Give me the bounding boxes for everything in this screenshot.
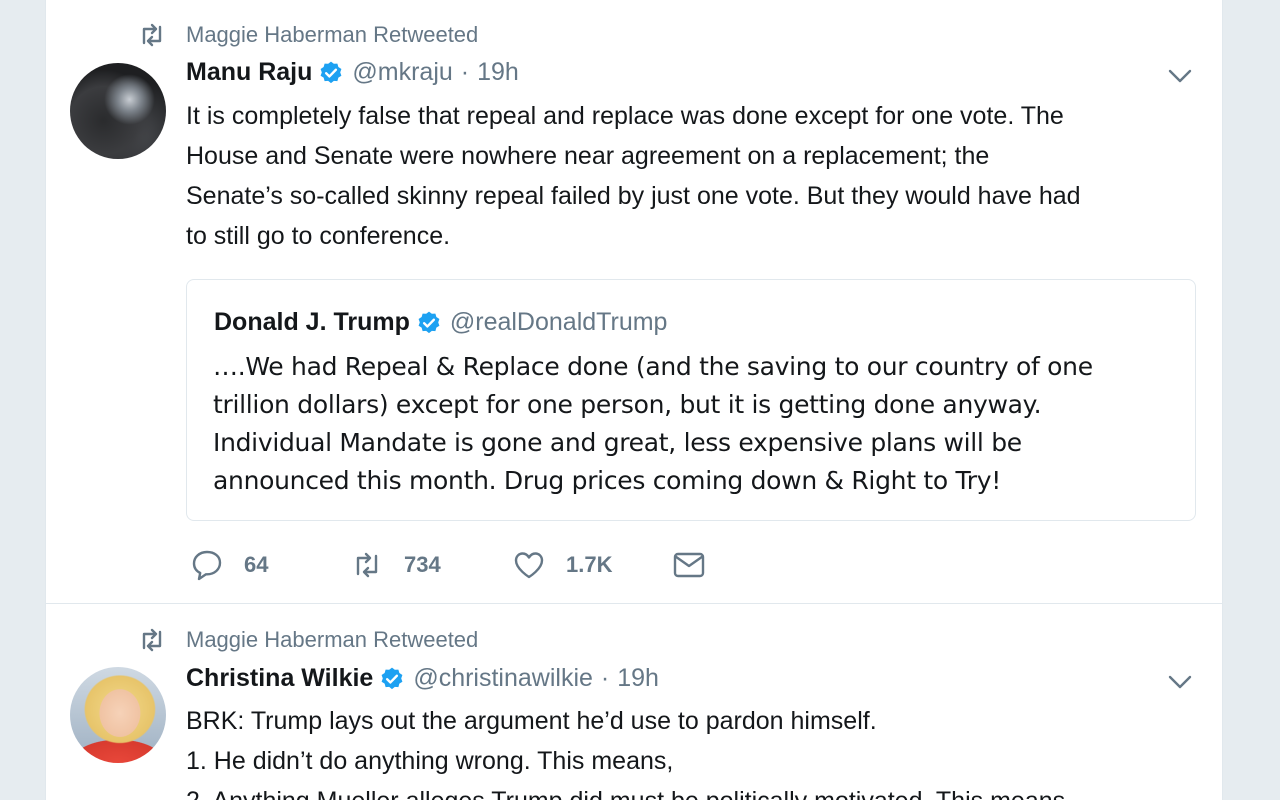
retweet-count: 734 bbox=[404, 552, 441, 577]
retweet-icon bbox=[356, 552, 378, 578]
author-handle[interactable]: @mkraju bbox=[352, 58, 452, 87]
quoted-text-line: ….We had Repeal & Replace done (and the … bbox=[213, 352, 1093, 381]
tweet[interactable]: Maggie Haberman Retweeted Christina Wilk… bbox=[46, 604, 1222, 800]
tweet-text-line: 1. He didn’t do anything wrong. This mea… bbox=[186, 747, 674, 775]
retweet-context: Maggie Haberman Retweeted bbox=[138, 627, 478, 653]
quoted-text-line: Individual Mandate is gone and great, le… bbox=[213, 428, 1022, 457]
tweet-timestamp[interactable]: 19h bbox=[617, 664, 659, 693]
tweet-header: Christina Wilkie @christinawilkie · 19h bbox=[186, 664, 659, 693]
tweet-actions: 64 734 1.7K bbox=[190, 548, 706, 582]
separator-dot: · bbox=[460, 58, 470, 86]
heart-icon bbox=[514, 552, 544, 579]
quoted-tweet-text: ….We had Repeal & Replace done (and the … bbox=[213, 348, 1173, 500]
separator-dot: · bbox=[600, 664, 610, 692]
tweet-text-line: Senate’s so-called skinny repeal failed … bbox=[186, 182, 1081, 210]
avatar[interactable] bbox=[70, 667, 166, 763]
retweet-icon bbox=[142, 23, 162, 47]
quoted-author-name: Donald J. Trump bbox=[214, 308, 410, 336]
tweet-text-line: BRK: Trump lays out the argument he’d us… bbox=[186, 707, 877, 735]
tweet-text-line: 2. Anything Mueller alleges Trump did mu… bbox=[186, 781, 1206, 800]
retweet-context: Maggie Haberman Retweeted bbox=[138, 22, 478, 48]
reply-count: 64 bbox=[244, 552, 269, 577]
chevron-down-icon[interactable] bbox=[1168, 66, 1192, 86]
retweet-button[interactable]: 734 bbox=[350, 548, 512, 582]
envelope-icon bbox=[673, 552, 705, 578]
tweet-header: Manu Raju @mkraju · 19h bbox=[186, 58, 519, 87]
timeline: Maggie Haberman Retweeted Manu Raju @mkr… bbox=[45, 0, 1223, 800]
quoted-tweet-header: Donald J. Trump @realDonaldTrump bbox=[214, 308, 667, 337]
author-name[interactable]: Christina Wilkie bbox=[186, 664, 373, 693]
tweet-timestamp[interactable]: 19h bbox=[477, 58, 519, 87]
avatar[interactable] bbox=[70, 63, 166, 159]
tweet-text-line: to still go to conference. bbox=[186, 222, 451, 250]
tweet-text-line: It is completely false that repeal and r… bbox=[186, 102, 1064, 130]
tweet-text: It is completely false that repeal and r… bbox=[186, 96, 1206, 256]
author-handle[interactable]: @christinawilkie bbox=[413, 664, 593, 693]
tweet-text: BRK: Trump lays out the argument he’d us… bbox=[186, 701, 1206, 800]
quoted-text-line: trillion dollars) except for one person,… bbox=[213, 390, 1042, 419]
author-name[interactable]: Manu Raju bbox=[186, 58, 312, 87]
quoted-tweet[interactable]: Donald J. Trump @realDonaldTrump ….We ha… bbox=[186, 279, 1196, 521]
retweet-context-text[interactable]: Maggie Haberman Retweeted bbox=[186, 627, 478, 653]
direct-message-button[interactable] bbox=[672, 548, 706, 582]
quoted-text-line: announced this month. Drug prices coming… bbox=[213, 466, 1001, 495]
quoted-author-handle: @realDonaldTrump bbox=[449, 308, 668, 336]
reply-button[interactable]: 64 bbox=[190, 548, 350, 582]
tweet[interactable]: Maggie Haberman Retweeted Manu Raju @mkr… bbox=[46, 0, 1222, 604]
like-count: 1.7K bbox=[566, 552, 613, 577]
verified-badge-icon bbox=[321, 61, 342, 83]
verified-badge-icon bbox=[418, 311, 440, 333]
tweet-text-line: House and Senate were nowhere near agree… bbox=[186, 142, 990, 170]
reply-icon bbox=[192, 550, 222, 581]
chevron-down-icon[interactable] bbox=[1168, 672, 1192, 692]
retweet-icon bbox=[142, 628, 162, 652]
retweet-context-text[interactable]: Maggie Haberman Retweeted bbox=[186, 22, 478, 48]
verified-badge-icon bbox=[381, 667, 403, 689]
like-button[interactable]: 1.7K bbox=[512, 548, 672, 582]
